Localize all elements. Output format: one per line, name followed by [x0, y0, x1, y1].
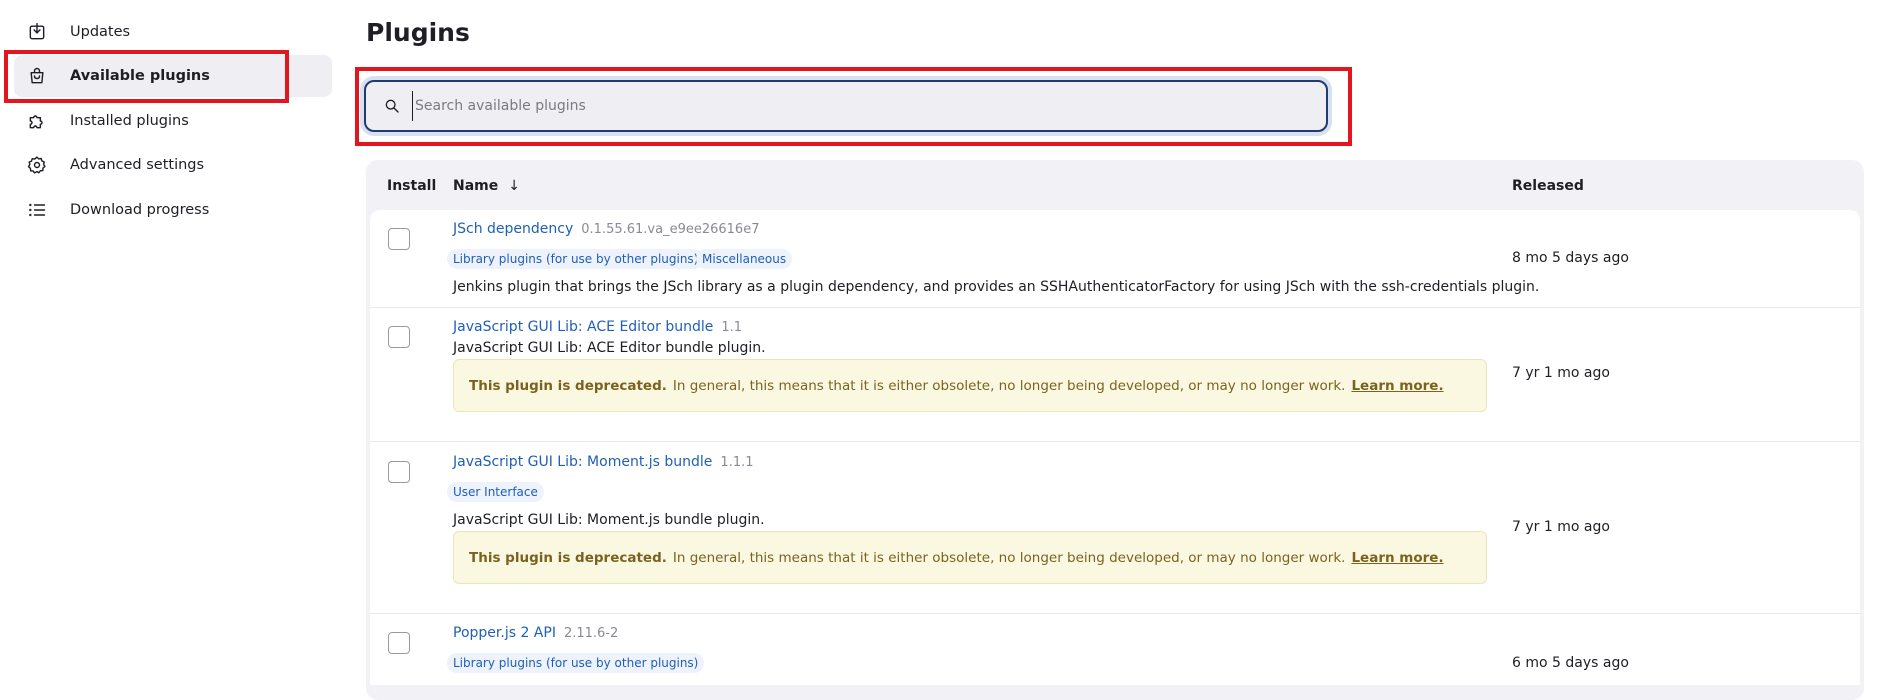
search-icon: [382, 96, 402, 116]
download-icon: [26, 21, 48, 43]
sidebar-item-label: Advanced settings: [70, 157, 205, 173]
shopping-bag-icon: [26, 65, 48, 87]
plugin-version: 0.1.55.61.va_e9ee26616e7: [581, 222, 760, 237]
sidebar-item-available-plugins[interactable]: Available plugins: [14, 55, 332, 97]
plugin-name-link[interactable]: Popper.js 2 API 2.11.6-2: [453, 625, 618, 641]
sidebar-item-download-progress[interactable]: Download progress: [14, 189, 332, 231]
sidebar-item-label: Download progress: [70, 202, 210, 218]
sidebar-item-label: Installed plugins: [70, 113, 189, 129]
sidebar-item-label: Updates: [70, 24, 131, 40]
learn-more-link[interactable]: Learn more.: [1351, 550, 1443, 566]
list-icon: [26, 199, 48, 221]
plugin-name-link[interactable]: JSch dependency 0.1.55.61.va_e9ee26616e7: [453, 221, 759, 237]
sidebar: Updates Available plugins Installed plug…: [0, 0, 340, 685]
plugin-version: 2.11.6-2: [563, 626, 619, 641]
plugin-version: 1.1: [721, 320, 743, 335]
released-date: 7 yr 1 mo ago: [1512, 365, 1610, 381]
column-header-released: Released: [1512, 178, 1584, 194]
install-checkbox[interactable]: [388, 228, 410, 250]
released-date: 7 yr 1 mo ago: [1512, 519, 1610, 535]
deprecation-title: This plugin is deprecated.: [469, 549, 667, 566]
sidebar-item-updates[interactable]: Updates: [14, 11, 332, 53]
deprecation-text: In general, this means that it is either…: [672, 377, 1346, 394]
category-tag[interactable]: Miscellaneous: [696, 249, 793, 269]
gear-icon: [26, 154, 48, 176]
install-checkbox[interactable]: [388, 461, 410, 483]
plugin-name-link[interactable]: JavaScript GUI Lib: Moment.js bundle 1.1.…: [453, 454, 754, 470]
deprecation-text: In general, this means that it is either…: [672, 549, 1346, 566]
page-title: Plugins: [366, 18, 470, 47]
plugin-description: JavaScript GUI Lib: Moment.js bundle plu…: [453, 512, 765, 528]
sidebar-item-label: Available plugins: [70, 68, 210, 84]
learn-more-link[interactable]: Learn more.: [1351, 378, 1443, 394]
category-tag[interactable]: Library plugins (for use by other plugin…: [447, 653, 705, 673]
released-date: 8 mo 5 days ago: [1512, 250, 1629, 266]
install-checkbox[interactable]: [388, 632, 410, 654]
search-input[interactable]: [412, 91, 1292, 121]
plugin-description: JavaScript GUI Lib: ACE Editor bundle pl…: [453, 340, 766, 356]
deprecation-warning: This plugin is deprecated. In general, t…: [453, 531, 1487, 584]
plugin-description: Jenkins plugin that brings the JSch libr…: [453, 279, 1540, 295]
category-tag[interactable]: Library plugins (for use by other plugin…: [447, 249, 705, 269]
deprecation-warning: This plugin is deprecated. In general, t…: [453, 359, 1487, 412]
column-header-name[interactable]: Name ↓: [453, 178, 520, 194]
install-checkbox[interactable]: [388, 326, 410, 348]
column-header-install: Install: [387, 178, 437, 194]
sidebar-item-installed-plugins[interactable]: Installed plugins: [14, 100, 332, 142]
sidebar-item-advanced-settings[interactable]: Advanced settings: [14, 144, 332, 186]
search-box[interactable]: [364, 80, 1328, 132]
released-date: 6 mo 5 days ago: [1512, 655, 1629, 671]
plugin-version: 1.1.1: [720, 455, 754, 470]
plugin-name-link[interactable]: JavaScript GUI Lib: ACE Editor bundle 1.1: [453, 319, 742, 335]
sort-arrow-icon: ↓: [508, 178, 520, 194]
puzzle-icon: [26, 110, 48, 132]
deprecation-title: This plugin is deprecated.: [469, 377, 667, 394]
category-tag[interactable]: User Interface: [447, 482, 544, 502]
